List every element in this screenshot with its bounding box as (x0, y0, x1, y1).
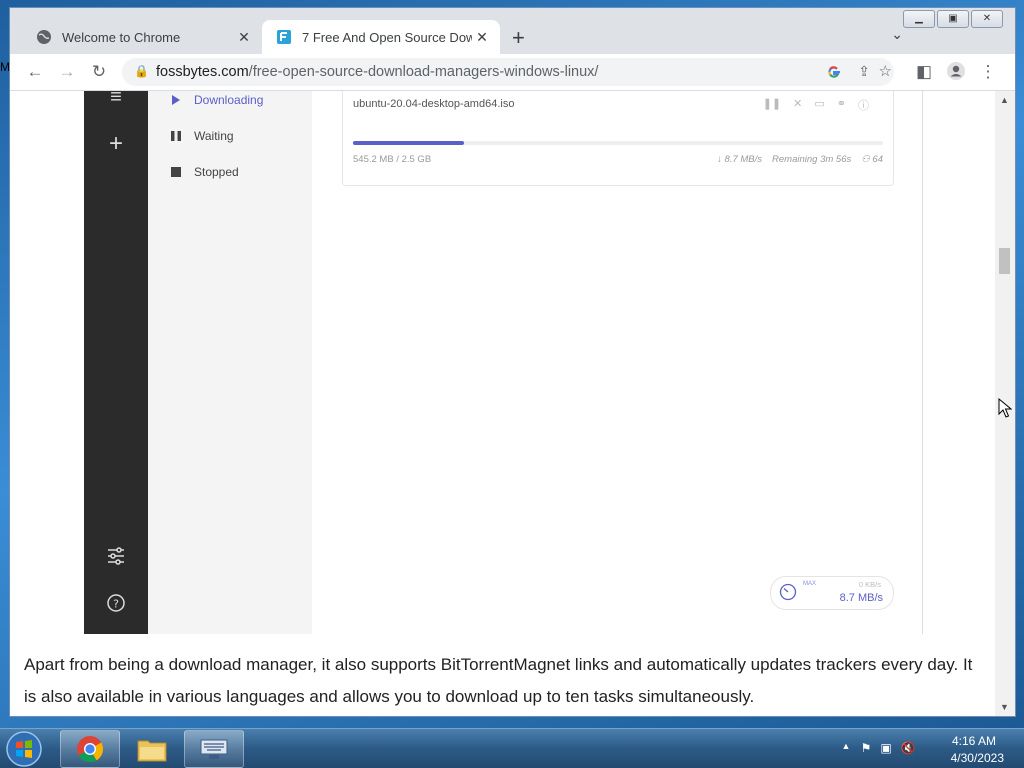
system-tray: ▲ ⚑ ▣ 🔇 4:16 AM 4/30/2023 (834, 729, 1024, 768)
reload-icon[interactable]: ↻ (88, 61, 110, 83)
settings-sliders-icon (108, 547, 124, 565)
speed-widget: MAX 0 KB/s 8.7 MB/s (770, 576, 894, 610)
play-icon (172, 95, 180, 105)
progress-fill (353, 141, 465, 145)
google-icon[interactable] (826, 64, 842, 80)
list-item-stopped: Stopped (170, 165, 239, 179)
list-item-label: Waiting (194, 129, 234, 143)
volume-muted-icon[interactable]: 🔇 (900, 741, 916, 757)
list-item-label: Downloading (194, 93, 264, 107)
taskbar-explorer-button[interactable] (122, 730, 182, 768)
task-peers: ⚇ 64 (861, 154, 883, 165)
progress-bar (353, 141, 883, 145)
show-hidden-icons-icon[interactable]: ▲ (838, 741, 854, 757)
task-actions: ❚❚ ✕ ▭ ⚭ ⓘ (763, 97, 869, 113)
peers-icon: ⚇ (861, 154, 870, 165)
tab-strip: Welcome to Chrome ✕ 7 Free And Open Sour… (10, 8, 1015, 54)
motrix-task-filter-list: Downloading Waiting Stopped (148, 91, 312, 634)
kebab-menu-icon[interactable]: ⋮ (977, 61, 999, 83)
motrix-screenshot: ≡ + ? Downloading Waiting Stopped ubuntu… (84, 91, 923, 634)
windows-taskbar: ▲ ⚑ ▣ 🔇 4:16 AM 4/30/2023 (0, 728, 1024, 768)
motrix-sidebar: ≡ + ? (84, 91, 148, 634)
windows-start-icon[interactable] (4, 730, 44, 768)
article-paragraph: Apart from being a download manager, it … (24, 655, 973, 706)
pause-icon: ❚❚ (762, 98, 782, 110)
list-item-downloading: Downloading (170, 93, 263, 107)
action-center-flag-icon[interactable]: ⚑ (858, 741, 874, 757)
browser-toolbar: ← → ↻ 🔒 fossbytes.com/free-open-source-d… (10, 54, 1015, 91)
download-task-card: ubuntu-20.04-desktop-amd64.iso ❚❚ ✕ ▭ ⚭ … (342, 91, 894, 186)
window-controls: ▁ ▣ ✕ (901, 10, 1003, 28)
page-viewport: ≡ + ? Downloading Waiting Stopped ubuntu… (10, 91, 995, 716)
close-icon[interactable]: ✕ (234, 29, 254, 46)
list-item-label: Stopped (194, 165, 239, 179)
svg-text:?: ? (113, 598, 119, 611)
tab-title: 7 Free And Open Source Downlo (302, 29, 472, 45)
task-remaining: Remaining 3m 56s (772, 154, 852, 165)
help-icon: ? (107, 594, 125, 612)
star-icon[interactable]: ☆ (879, 62, 892, 80)
back-arrow-icon[interactable]: ← (24, 61, 46, 83)
keyboard-icon (200, 739, 228, 759)
fossbytes-favicon-icon (277, 30, 291, 44)
menu-icon: ≡ (110, 91, 122, 108)
task-progress-text: 545.2 MB / 2.5 GB (353, 154, 432, 165)
forward-arrow-icon[interactable]: → (56, 61, 78, 83)
close-icon[interactable]: ✕ (472, 29, 492, 46)
task-file-name: ubuntu-20.04-desktop-amd64.iso (353, 98, 515, 110)
folder-icon: ▭ (814, 98, 825, 110)
speed-max-label: MAX (803, 581, 817, 587)
taskbar-keyboard-button[interactable] (184, 730, 244, 768)
task-meta: ↓ 8.7 MB/s Remaining 3m 56s ⚇ 64 (717, 154, 883, 165)
list-item-waiting: Waiting (170, 129, 234, 143)
tab-fossbytes[interactable]: 7 Free And Open Source Downlo ✕ (262, 20, 500, 54)
download-speed: 8.7 MB/s (839, 592, 883, 604)
scroll-thumb[interactable] (999, 248, 1010, 274)
chrome-window: Welcome to Chrome ✕ 7 Free And Open Sour… (10, 8, 1015, 716)
close-icon: ✕ (793, 98, 803, 110)
mouse-cursor-icon (998, 398, 1012, 418)
maximize-button[interactable]: ▣ (937, 10, 969, 28)
url-text: fossbytes.com/free-open-source-download-… (156, 64, 599, 80)
lock-icon: 🔒 (134, 64, 149, 78)
profile-icon[interactable] (945, 61, 967, 83)
globe-icon (37, 30, 51, 44)
address-bar[interactable]: 🔒 fossbytes.com/free-open-source-downloa… (122, 58, 894, 86)
scroll-up-arrow-icon[interactable]: ▲ (1000, 95, 1009, 105)
network-icon[interactable]: ▣ (878, 741, 894, 757)
desktop-edge-text: M (0, 60, 10, 74)
clock-time[interactable]: 4:16 AM (952, 734, 996, 748)
close-window-button[interactable]: ✕ (971, 10, 1003, 28)
plus-icon: + (108, 130, 123, 157)
tab-welcome-to-chrome[interactable]: Welcome to Chrome ✕ (22, 20, 262, 54)
share-icon[interactable]: ⇪ (858, 63, 870, 80)
scroll-down-arrow-icon[interactable]: ▼ (1000, 702, 1009, 712)
pause-icon (171, 131, 181, 141)
taskbar-chrome-button[interactable] (60, 730, 120, 768)
new-tab-icon[interactable]: + (512, 25, 525, 51)
upload-speed: 0 KB/s (858, 580, 881, 589)
link-icon: ⚭ (836, 98, 846, 110)
minimize-button[interactable]: ▁ (903, 10, 935, 28)
tab-title: Welcome to Chrome (62, 29, 181, 45)
chevron-down-icon[interactable]: ⌄ (891, 26, 903, 43)
clock-date[interactable]: 4/30/2023 (951, 751, 1004, 765)
folder-icon (137, 740, 167, 762)
info-icon: ⓘ (858, 100, 869, 112)
stop-icon (171, 167, 181, 177)
task-speed: ↓ 8.7 MB/s (717, 154, 763, 165)
speedometer-icon (779, 583, 797, 601)
side-panel-icon[interactable]: ◧ (913, 61, 935, 83)
chrome-icon (77, 736, 104, 763)
